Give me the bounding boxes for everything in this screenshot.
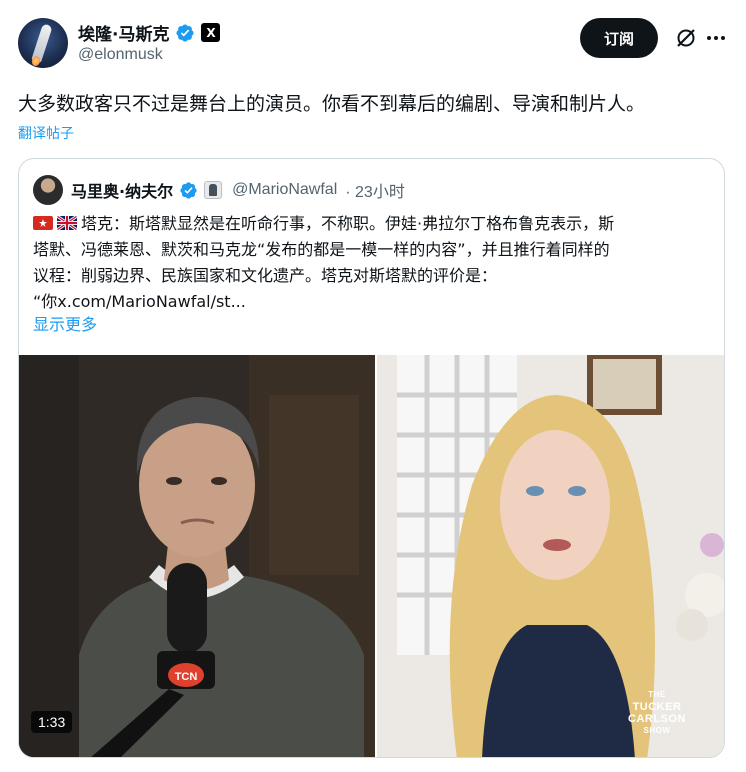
mic-flag-label: TCN bbox=[175, 671, 198, 683]
quoted-text-line: 议程：削弱边界、民族国家和文化遗产。塔克对斯塔默的评价是： bbox=[33, 266, 498, 285]
quoted-text-line: 塔默、冯德莱恩、默茨和马克龙“发布的都是一模一样的内容”，并且推行着同样的 bbox=[33, 240, 610, 259]
quoted-post-card[interactable]: 马里奥·纳夫尔 @MarioNawfal · 23小时 塔克：斯塔默显然是在听命… bbox=[18, 158, 725, 758]
author-display-name[interactable]: 埃隆·马斯克 bbox=[78, 20, 169, 45]
quoted-post-header: 马里奥·纳夫尔 @MarioNawfal · 23小时 bbox=[33, 175, 405, 205]
post-text: 大多数政客只不过是舞台上的演员。你看不到幕后的编剧、导演和制片人。 bbox=[18, 93, 646, 115]
quoted-author-display-name[interactable]: 马里奥·纳夫尔 bbox=[71, 178, 173, 202]
video-duration-badge: 1:33 bbox=[31, 711, 73, 733]
quoted-post-time[interactable]: · 23小时 bbox=[345, 178, 405, 202]
quoted-text-line: 塔克：斯塔默显然是在听命行事，不称职。伊娃·弗拉尔丁格布鲁克表示，斯 bbox=[33, 211, 713, 237]
uk-flag-icon bbox=[57, 216, 77, 230]
subscribe-button[interactable]: 订阅 bbox=[580, 18, 658, 58]
affiliate-badge-icon[interactable] bbox=[204, 181, 223, 199]
man-at-microphone-image: TCN bbox=[19, 355, 375, 757]
show-more-link[interactable]: 显示更多 bbox=[33, 311, 97, 335]
quoted-text-line[interactable]: “你x.com/MarioNawfal/st... bbox=[33, 289, 713, 315]
x-affiliate-badge-icon[interactable]: X bbox=[201, 23, 221, 42]
quoted-author-handle[interactable]: @MarioNawfal bbox=[232, 181, 337, 199]
more-options-icon[interactable] bbox=[704, 26, 728, 50]
video-player[interactable]: TCN 1:33 THE TUCKER CARLSON SHOW bbox=[19, 355, 724, 757]
grok-icon[interactable] bbox=[674, 26, 698, 50]
quoted-post-text: 塔克：斯塔默显然是在听命行事，不称职。伊娃·弗拉尔丁格布鲁克表示，斯 塔默、冯德… bbox=[33, 211, 713, 315]
author-name-row: 埃隆·马斯克 X bbox=[78, 20, 221, 45]
translate-post-link[interactable]: 翻译帖子 bbox=[18, 123, 74, 143]
verified-badge-icon[interactable] bbox=[179, 181, 198, 200]
red-flag-icon bbox=[33, 216, 53, 230]
video-left-panel: TCN bbox=[19, 355, 375, 757]
verified-badge-icon[interactable] bbox=[175, 23, 195, 43]
quoted-author-avatar[interactable] bbox=[33, 175, 63, 205]
author-avatar[interactable] bbox=[18, 18, 68, 68]
post-header: 埃隆·马斯克 X @elonmusk 订阅 bbox=[18, 16, 728, 72]
author-handle[interactable]: @elonmusk bbox=[78, 46, 163, 64]
show-watermark-logo: THE TUCKER CARLSON SHOW bbox=[628, 690, 686, 735]
